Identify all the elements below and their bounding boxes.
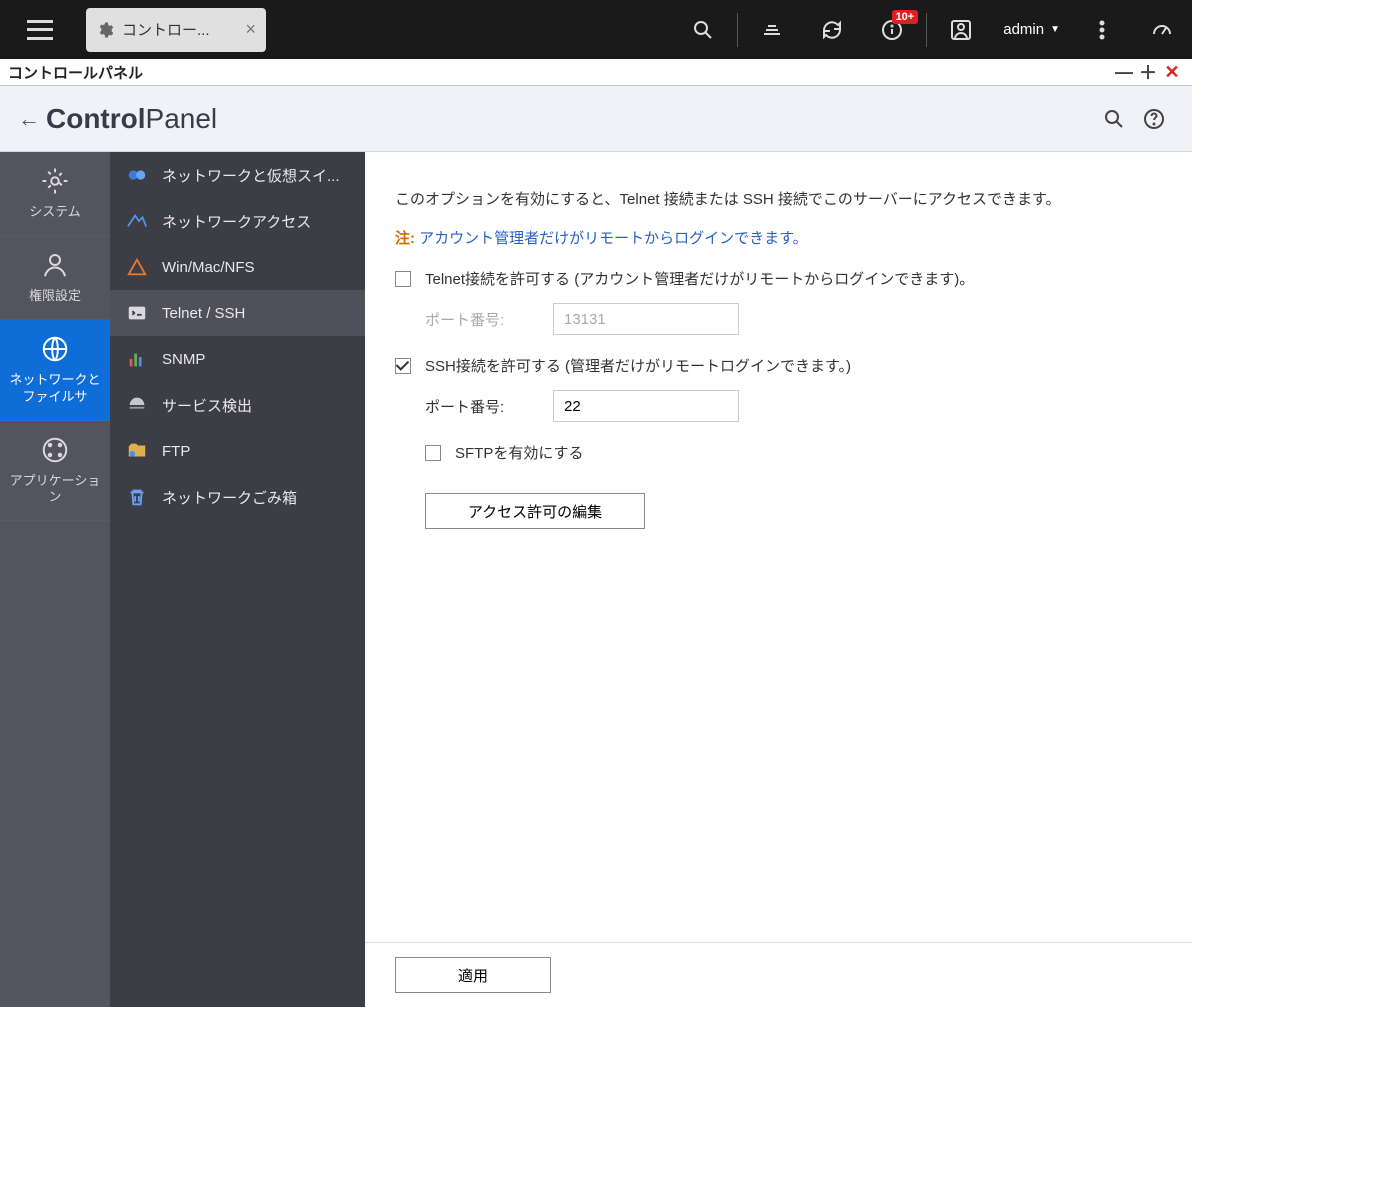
divider	[737, 13, 738, 47]
sync-icon	[820, 18, 844, 42]
globe-icon	[40, 334, 70, 364]
snav-label: Win/Mac/NFS	[162, 259, 255, 276]
pnav-label: 権限設定	[29, 288, 81, 305]
dashboard-button[interactable]	[1132, 0, 1192, 59]
terminal-icon	[126, 302, 148, 324]
snav-label: FTP	[162, 443, 190, 460]
header-search-button[interactable]	[1094, 107, 1134, 131]
edit-permissions-button[interactable]: アクセス許可の編集	[425, 493, 645, 529]
switch-icon	[126, 164, 148, 186]
snav-label: ネットワークごみ箱	[162, 487, 297, 508]
triangle-icon	[126, 256, 148, 278]
menu-button[interactable]	[0, 20, 80, 40]
search-icon	[691, 18, 715, 42]
snav-win-mac-nfs[interactable]: Win/Mac/NFS	[110, 244, 365, 290]
telnet-port-input	[553, 303, 739, 335]
snav-recycle-bin[interactable]: ネットワークごみ箱	[110, 474, 365, 520]
ssh-label: SSH接続を許可する (管理者だけがリモートログインできます。)	[425, 355, 851, 376]
network-icon	[126, 210, 148, 232]
sftp-label: SFTPを有効にする	[455, 442, 584, 463]
folder-icon	[126, 440, 148, 462]
close-icon[interactable]: ×	[245, 19, 256, 40]
profile-button[interactable]	[931, 0, 991, 59]
window-minimize[interactable]: —	[1112, 62, 1136, 83]
info-button[interactable]: 10+	[862, 0, 922, 59]
window-close[interactable]: ✕	[1160, 62, 1184, 83]
chevron-down-icon: ▼	[1050, 24, 1060, 35]
snav-label: ネットワークアクセス	[162, 211, 311, 232]
telnet-label: Telnet接続を許可する (アカウント管理者だけがリモートからログインできます…	[425, 268, 974, 289]
snav-ftp[interactable]: FTP	[110, 428, 365, 474]
search-button[interactable]	[673, 0, 733, 59]
note: 注: アカウント管理者だけがリモートからログインできます。	[395, 227, 1162, 248]
trash-icon	[126, 486, 148, 508]
apply-button[interactable]: 適用	[395, 957, 551, 993]
description-text: このオプションを有効にすると、Telnet 接続または SSH 接続でこのサーバ…	[395, 188, 1162, 209]
note-text: アカウント管理者だけがリモートからログインできます。	[415, 230, 808, 247]
port-label: ポート番号:	[425, 396, 553, 417]
stack-button[interactable]	[742, 0, 802, 59]
shell-icon	[126, 394, 148, 416]
help-icon	[1142, 107, 1166, 131]
window-maximize[interactable]: ＋	[1136, 59, 1160, 85]
snav-label: ネットワークと仮想スイ...	[162, 165, 340, 186]
secondary-nav: ネットワークと仮想スイ... ネットワークアクセス Win/Mac/NFS Te…	[110, 152, 365, 1007]
footer: 適用	[365, 942, 1192, 1007]
snav-label: SNMP	[162, 351, 205, 368]
app-title: ControlPanel	[46, 103, 217, 135]
primary-nav: システム 権限設定 ネットワークとファイルサ アプリケーション	[0, 152, 110, 1007]
hamburger-icon	[27, 20, 53, 40]
checkbox-icon	[425, 445, 441, 461]
window-titlebar: コントロールパネル — ＋ ✕	[0, 59, 1192, 86]
sftp-checkbox-row[interactable]: SFTPを有効にする	[425, 442, 1162, 463]
snav-telnet-ssh[interactable]: Telnet / SSH	[110, 290, 365, 336]
more-button[interactable]	[1072, 0, 1132, 59]
telnet-checkbox-row[interactable]: Telnet接続を許可する (アカウント管理者だけがリモートからログインできます…	[395, 268, 1162, 289]
back-button[interactable]: ←	[18, 106, 46, 132]
grid-icon	[40, 435, 70, 465]
snav-snmp[interactable]: SNMP	[110, 336, 365, 382]
ssh-port-input[interactable]	[553, 390, 739, 422]
user-menu[interactable]: admin ▼	[991, 0, 1072, 59]
snav-label: Telnet / SSH	[162, 305, 245, 322]
user-icon	[40, 250, 70, 280]
pnav-label: システム	[29, 204, 81, 221]
ssh-checkbox-row[interactable]: SSH接続を許可する (管理者だけがリモートログインできます。)	[395, 355, 1162, 376]
pnav-label: ネットワークとファイルサ	[4, 372, 106, 406]
pnav-privilege[interactable]: 権限設定	[0, 236, 110, 320]
divider	[926, 13, 927, 47]
header-help-button[interactable]	[1134, 107, 1174, 131]
note-label: 注:	[395, 230, 415, 247]
pnav-system[interactable]: システム	[0, 152, 110, 236]
search-icon	[1102, 107, 1126, 131]
user-icon	[949, 18, 973, 42]
window-title: コントロールパネル	[8, 62, 143, 83]
gauge-icon	[1150, 18, 1174, 42]
ssh-port-row: ポート番号:	[425, 390, 1162, 422]
pnav-label: アプリケーション	[4, 473, 106, 507]
topbar: コントロー... × 10+ admin ▼	[0, 0, 1192, 59]
telnet-port-row: ポート番号:	[425, 303, 1162, 335]
gear-icon	[96, 21, 114, 39]
tab-title: コントロー...	[122, 19, 237, 40]
port-label: ポート番号:	[425, 309, 553, 330]
sync-button[interactable]	[802, 0, 862, 59]
stack-icon	[760, 18, 784, 42]
pnav-network[interactable]: ネットワークとファイルサ	[0, 320, 110, 421]
snav-virtual-switch[interactable]: ネットワークと仮想スイ...	[110, 152, 365, 198]
snav-service-discovery[interactable]: サービス検出	[110, 382, 365, 428]
pnav-application[interactable]: アプリケーション	[0, 421, 110, 522]
username-label: admin	[1003, 21, 1044, 38]
snav-label: サービス検出	[162, 395, 252, 416]
bars-icon	[126, 348, 148, 370]
tab-control-panel[interactable]: コントロー... ×	[86, 8, 266, 52]
snav-network-access[interactable]: ネットワークアクセス	[110, 198, 365, 244]
gear-icon	[40, 166, 70, 196]
content-area: このオプションを有効にすると、Telnet 接続または SSH 接続でこのサーバ…	[365, 152, 1192, 1007]
app-header: ← ControlPanel	[0, 86, 1192, 152]
notification-badge: 10+	[892, 10, 919, 24]
checkbox-checked-icon	[395, 358, 411, 374]
checkbox-icon	[395, 271, 411, 287]
more-vertical-icon	[1090, 18, 1114, 42]
